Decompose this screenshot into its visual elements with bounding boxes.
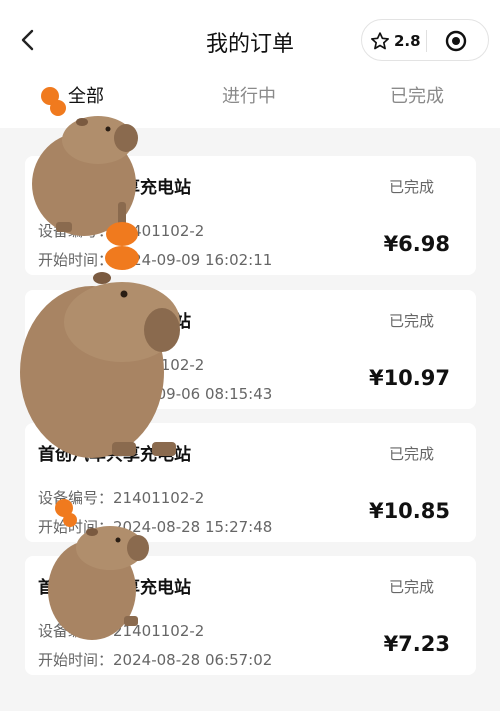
device-number: 21401102-2: [113, 222, 205, 240]
tab-in-progress[interactable]: 进行中: [222, 82, 276, 118]
order-status: 已完成: [388, 445, 434, 463]
device-number: 21401102-2: [113, 622, 205, 640]
order-card[interactable]: 首创汽车共享充电站 已完成 设备编号：21401102-2 开始时间：2024-…: [25, 290, 476, 409]
start-time: 2024-09-06 08:15:43: [113, 385, 273, 403]
device-number-row: 设备编号：21401102-2: [38, 487, 204, 508]
station-name: 首创汽车共享充电站: [38, 445, 191, 465]
start-time-label: 开始时间：: [38, 518, 114, 536]
device-number-row: 设备编号：21401102-2: [38, 354, 204, 375]
tab-all[interactable]: 全部: [68, 82, 104, 118]
order-price: ¥10.85: [368, 499, 450, 523]
order-price: ¥6.98: [383, 232, 450, 256]
target-icon: [445, 30, 467, 52]
order-price: ¥10.97: [368, 366, 450, 390]
device-number-label: 设备编号：: [38, 356, 114, 374]
device-number: 21401102-2: [113, 489, 205, 507]
start-time-label: 开始时间：: [38, 251, 114, 269]
order-status: 已完成: [388, 312, 434, 330]
start-time: 2024-09-09 16:02:11: [113, 251, 273, 269]
start-time: 2024-08-28 15:27:48: [113, 518, 273, 536]
device-number-label: 设备编号：: [38, 622, 114, 640]
order-card[interactable]: 首创汽车共享充电站 已完成 设备编号：21401102-2 开始时间：2024-…: [25, 156, 476, 275]
capsule-divider: [426, 30, 427, 52]
device-number-row: 设备编号：21401102-2: [38, 220, 204, 241]
start-time-row: 开始时间：2024-08-28 06:57:02: [38, 649, 272, 670]
order-card[interactable]: 首创汽车共享充电站 已完成 设备编号：21401102-2 开始时间：2024-…: [25, 556, 476, 675]
station-name: 首创汽车共享充电站: [38, 178, 191, 198]
top-bar: 我的订单 2.8 全部 进行中 已完成: [0, 0, 500, 128]
order-tabs: 全部 进行中 已完成: [0, 82, 500, 118]
station-name: 首创汽车共享充电站: [38, 312, 191, 332]
order-price: ¥7.23: [383, 632, 450, 656]
order-card[interactable]: 首创汽车共享充电站 已完成 设备编号：21401102-2 开始时间：2024-…: [25, 423, 476, 542]
rating-button[interactable]: 2.8: [370, 29, 421, 53]
device-number-label: 设备编号：: [38, 489, 114, 507]
close-program-button[interactable]: [445, 30, 467, 52]
start-time-label: 开始时间：: [38, 651, 114, 669]
start-time-row: 开始时间：2024-09-09 16:02:11: [38, 249, 272, 270]
device-number: 21401102-2: [113, 356, 205, 374]
device-number-row: 设备编号：21401102-2: [38, 620, 204, 641]
start-time-row: 开始时间：2024-09-06 08:15:43: [38, 383, 272, 404]
start-time-row: 开始时间：2024-08-28 15:27:48: [38, 516, 272, 537]
station-name: 首创汽车共享充电站: [38, 578, 191, 598]
star-outline-icon: [371, 32, 389, 50]
start-time-label: 开始时间：: [38, 385, 114, 403]
rating-value: 2.8: [394, 32, 421, 50]
start-time: 2024-08-28 06:57:02: [113, 651, 273, 669]
device-number-label: 设备编号：: [38, 222, 114, 240]
mini-program-capsule: 2.8: [361, 19, 489, 61]
order-status: 已完成: [388, 578, 434, 596]
order-status: 已完成: [388, 178, 434, 196]
tab-completed[interactable]: 已完成: [390, 82, 444, 118]
